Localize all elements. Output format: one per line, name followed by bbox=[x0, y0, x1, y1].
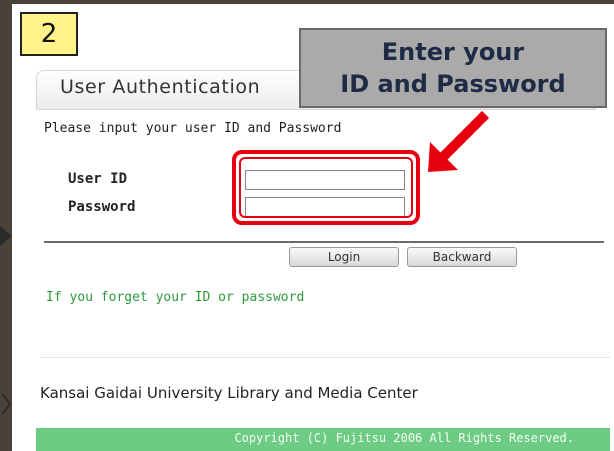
backward-button[interactable]: Backward bbox=[407, 247, 517, 267]
footer-divider bbox=[40, 357, 610, 358]
left-edge-arrow-icon bbox=[0, 226, 12, 246]
instruction-text: Please input your user ID and Password bbox=[44, 121, 342, 136]
left-edge-chevron-icon bbox=[1, 393, 12, 415]
pointer-arrow-icon bbox=[428, 110, 490, 172]
callout-line-2: ID and Password bbox=[340, 70, 566, 98]
footer-organization: Kansai Gaidai University Library and Med… bbox=[40, 384, 418, 402]
page-title: User Authentication bbox=[60, 76, 261, 98]
input-highlight-inner-frame bbox=[239, 157, 413, 218]
userid-label: User ID bbox=[68, 171, 128, 187]
copyright-text: Copyright (C) Fujitsu 2006 All Rights Re… bbox=[234, 431, 574, 445]
password-label: Password bbox=[68, 199, 136, 215]
form-divider bbox=[44, 241, 604, 243]
callout-line-1: Enter your bbox=[381, 38, 525, 66]
forgot-password-link[interactable]: If you forget your ID or password bbox=[46, 290, 304, 305]
login-button[interactable]: Login bbox=[289, 247, 399, 267]
instruction-callout: Enter your ID and Password bbox=[299, 28, 607, 108]
step-number-badge: 2 bbox=[20, 12, 78, 56]
